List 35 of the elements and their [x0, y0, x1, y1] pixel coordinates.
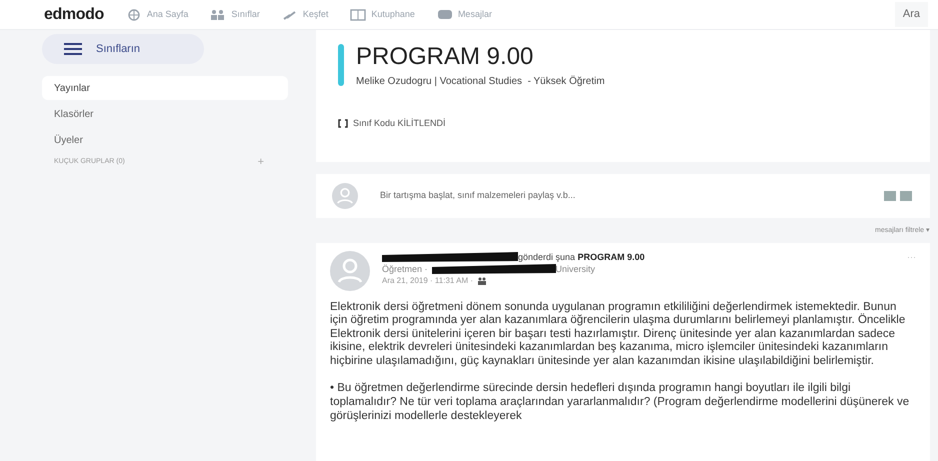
- logo[interactable]: edmodo: [44, 2, 104, 26]
- more-button[interactable]: ···: [907, 250, 916, 262]
- add-button[interactable]: +: [258, 154, 264, 170]
- avatar-icon: [330, 250, 370, 290]
- avatar-icon: [332, 183, 358, 209]
- chat-icon: [436, 8, 453, 20]
- book-icon: [350, 8, 366, 20]
- nav-link[interactable]: Keşfet: [282, 8, 328, 22]
- telescope-icon: [282, 8, 298, 20]
- post-field[interactable]: Bir tartışma başlat, sınıf malzemeleri paylaş v.b...: [380, 189, 862, 203]
- class-code: Sınıf Kodu KİLİTLENDİ: [353, 117, 446, 130]
- post-time: Ara 21, 2019 · 11:31 AM ·: [382, 274, 474, 286]
- search-field[interactable]: Ara: [894, 2, 928, 27]
- class-title: PROGRAM 9.00: [356, 44, 534, 70]
- attachment-icons[interactable]: [884, 191, 914, 201]
- brackets-icon: [338, 119, 348, 128]
- globe-icon: [126, 8, 142, 20]
- class-subtitle: Melike Ozudogru | Vocational Studies - Yüksek Öğretim: [356, 74, 605, 89]
- nav-link[interactable]: Kutuphane: [350, 8, 415, 22]
- post-paragraph: • Bu öğretmen değerlendirme sürecinde dersin hedefleri dışında programın hangi boyutları ile ilgili bilgi toplamalıdır? Ne tür veri toplama araçlarından yararlanmalıdır? (Program değerlendirme modellerini düşünerek ve görüşlerinizi modellerle destekleyerek: [330, 382, 910, 424]
- post-author-line: gönderdi şuna PROGRAM 9.00: [518, 250, 645, 262]
- nav-link[interactable]: Sınıflar: [210, 8, 260, 22]
- people-icon: [210, 8, 226, 20]
- accent-bar: [338, 44, 344, 86]
- sidebar-item[interactable]: Üyeler: [42, 128, 288, 152]
- classes-button[interactable]: Sınıfların: [42, 34, 204, 64]
- sidebar-item[interactable]: Klasörler: [42, 102, 288, 126]
- post-paragraph: Elektronik dersi öğretmeni dönem sonunda uygulanan programın etkililiğini değerlendirmek istemektedir. Bunun için öğretim programında yer alan kazanımlara öğrencilerin ulaşma durumlarını belirlemeyi planlamıştır. Öncelikle Elektronik dersi ünitelerini içeren bir başarı testi hazırlamıştır. Direnç ünitesinde yer alan kazanımlardan sadece ikisine, elektrik devreleri ünitesindeki kazanımlardan beş kazanıma, micro işlemciler ünitesindeki kazanımların hiçbirine ulaşılamadığını, güç kaynakları ünitesinde yer alan kazanımdan ikisine ulaşılabildiğini belirlemiştir.: [330, 300, 906, 368]
- post-school: University: [556, 262, 596, 274]
- menu-icon: [64, 43, 82, 55]
- nav-link[interactable]: Ana Sayfa: [126, 8, 188, 22]
- nav-link[interactable]: Mesajlar: [436, 8, 492, 22]
- sidebar-item[interactable]: Yayınlar: [42, 76, 288, 100]
- post-role: Öğretmen ·: [382, 262, 428, 274]
- people-icon: [477, 276, 488, 284]
